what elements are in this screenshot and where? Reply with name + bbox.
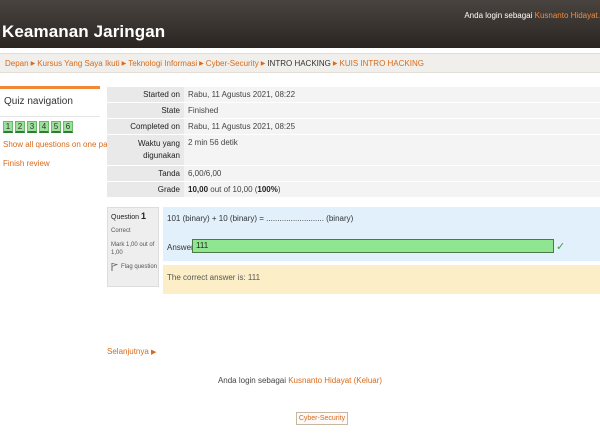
grade-percent: 100% bbox=[257, 185, 278, 194]
breadcrumb-separator-icon: ▶ bbox=[199, 61, 204, 67]
course-home-button[interactable]: Cyber-Security bbox=[296, 412, 348, 425]
quiz-navigation-title: Quiz navigation bbox=[0, 89, 100, 117]
grade-value: 10,00 bbox=[188, 185, 209, 194]
summary-label: Waktu yang digunakan bbox=[107, 135, 184, 165]
breadcrumb-section: INTRO HACKING bbox=[267, 59, 331, 68]
table-row: Waktu yang digunakan 2 min 56 detik bbox=[107, 135, 600, 166]
quiz-navigation-block: Quiz navigation 1 2 3 4 5 6 Show all que… bbox=[0, 86, 116, 168]
header-login-info: Anda login sebagai Kusnanto Hidayat. bbox=[464, 11, 600, 20]
question-status: Correct bbox=[111, 228, 131, 234]
logout-link[interactable]: (Keluar) bbox=[354, 376, 382, 385]
flag-question-button[interactable]: Flag question bbox=[111, 263, 158, 271]
header-login-prefix: Anda login sebagai bbox=[464, 11, 535, 20]
summary-value: Rabu, 11 Agustus 2021, 08:22 bbox=[184, 87, 600, 102]
check-icon: ✓ bbox=[556, 241, 566, 253]
question-buttons: 1 2 3 4 5 6 bbox=[3, 121, 73, 133]
summary-value: Rabu, 11 Agustus 2021, 08:25 bbox=[184, 119, 600, 134]
summary-label: Completed on bbox=[107, 119, 184, 134]
question-button-1[interactable]: 1 bbox=[3, 121, 13, 133]
question-text: 101 (binary) + 10 (binary) = ...........… bbox=[167, 214, 354, 223]
attempt-summary-table: Started on Rabu, 11 Agustus 2021, 08:22 … bbox=[107, 87, 600, 198]
question-button-4[interactable]: 4 bbox=[39, 121, 49, 133]
flag-icon bbox=[111, 263, 118, 271]
table-row: Started on Rabu, 11 Agustus 2021, 08:22 bbox=[107, 87, 600, 103]
question-number-value: 1 bbox=[140, 211, 146, 221]
correct-answer-feedback: The correct answer is: 111 bbox=[163, 265, 600, 294]
breadcrumb-separator-icon: ▶ bbox=[260, 61, 266, 67]
breadcrumb-my-courses[interactable]: Kursus Yang Saya Ikuti bbox=[37, 59, 119, 68]
question-number: Question 1 bbox=[111, 211, 158, 221]
summary-value: 6,00/6,00 bbox=[184, 166, 600, 181]
summary-value: 10,00 out of 10,00 (100%) bbox=[184, 182, 600, 197]
breadcrumb-home[interactable]: Depan bbox=[5, 59, 29, 68]
summary-label: Started on bbox=[107, 87, 184, 102]
page-header: Keamanan Jaringan Anda login sebagai Kus… bbox=[0, 0, 600, 48]
question-content: 101 (binary) + 10 (binary) = ...........… bbox=[163, 207, 600, 261]
next-label: Selanjutnya bbox=[107, 347, 149, 356]
footer-login-prefix: Anda login sebagai bbox=[217, 376, 289, 385]
table-row: Completed on Rabu, 11 Agustus 2021, 08:2… bbox=[107, 119, 600, 135]
summary-label: State bbox=[107, 103, 184, 118]
show-all-questions-link[interactable]: Show all questions on one page bbox=[3, 140, 116, 149]
grade-close: ) bbox=[277, 185, 281, 194]
question-button-6[interactable]: 6 bbox=[63, 121, 73, 133]
header-user-link[interactable]: Kusnanto Hidayat. bbox=[535, 11, 600, 20]
breadcrumb-quiz[interactable]: KUIS INTRO HACKING bbox=[340, 59, 424, 68]
question-mark: Mark 1,00 out of 1,00 bbox=[111, 242, 155, 256]
answer-field[interactable]: 111 bbox=[192, 239, 554, 253]
question-button-2[interactable]: 2 bbox=[15, 121, 25, 133]
breadcrumb-separator-icon: ▶ bbox=[121, 61, 127, 67]
summary-label: Grade bbox=[107, 182, 184, 197]
footer-login-info: Anda login sebagai Kusnanto Hidayat (Kel… bbox=[0, 376, 600, 385]
breadcrumb-category[interactable]: Teknologi Informasi bbox=[128, 59, 197, 68]
grade-out-of: out of 10,00 ( bbox=[208, 185, 258, 194]
question-button-5[interactable]: 5 bbox=[51, 121, 61, 133]
question-info: Question 1 Correct Mark 1,00 out of 1,00… bbox=[107, 207, 159, 287]
breadcrumb-bar: Depan ▶ Kursus Yang Saya Ikuti ▶ Teknologi I… bbox=[0, 53, 600, 73]
summary-value: 2 min 56 detik bbox=[184, 135, 600, 165]
breadcrumb: Depan ▶ Kursus Yang Saya Ikuti ▶ Teknologi I… bbox=[5, 59, 424, 68]
site-title[interactable]: Keamanan Jaringan bbox=[2, 22, 165, 42]
question-label: Question bbox=[111, 214, 141, 221]
flag-question-label: Flag question bbox=[121, 264, 158, 270]
summary-label: Tanda bbox=[107, 166, 184, 181]
next-page-link[interactable]: Selanjutnya ▶ bbox=[107, 347, 156, 356]
breadcrumb-course[interactable]: Cyber-Security bbox=[206, 59, 259, 68]
table-row: State Finished bbox=[107, 103, 600, 119]
table-row: Grade 10,00 out of 10,00 (100%) bbox=[107, 182, 600, 198]
question-button-3[interactable]: 3 bbox=[27, 121, 37, 133]
footer-user-link[interactable]: Kusnanto Hidayat bbox=[288, 376, 351, 385]
arrow-right-icon: ▶ bbox=[151, 349, 157, 356]
breadcrumb-separator-icon: ▶ bbox=[30, 61, 36, 67]
summary-value: Finished bbox=[184, 103, 600, 118]
table-row: Tanda 6,00/6,00 bbox=[107, 166, 600, 182]
finish-review-link[interactable]: Finish review bbox=[3, 159, 50, 168]
breadcrumb-separator-icon: ▶ bbox=[332, 61, 338, 67]
